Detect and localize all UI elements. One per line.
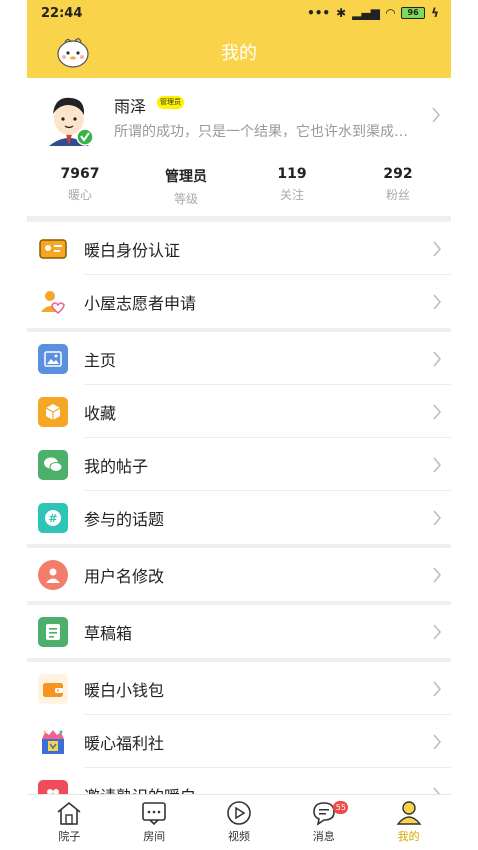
chevron-right-icon [433, 567, 441, 583]
chevron-right-icon [433, 734, 441, 750]
chevron-right-icon [433, 294, 441, 310]
tab-label: 房间 [143, 830, 166, 843]
admin-badge: 管理员 [157, 96, 184, 109]
house-icon [57, 801, 81, 825]
status-bar: 22:44 ••• ✱ ▂▄▆ ◠ 96 ϟ [27, 0, 451, 26]
stat-followers[interactable]: 292 粉丝 [345, 160, 451, 216]
menu-label: 暖白身份认证 [84, 241, 181, 260]
stat-warmth[interactable]: 7967 暖心 [27, 160, 133, 216]
menu-label: 小屋志愿者申请 [84, 294, 197, 313]
svg-text:#: # [48, 512, 57, 525]
menu-label: 暖白小钱包 [84, 681, 165, 700]
menu-item-wallet[interactable]: 暖白小钱包 [27, 662, 451, 715]
chevron-right-icon [433, 241, 441, 257]
chevron-right-icon [433, 457, 441, 473]
chevron-right-icon [433, 351, 441, 367]
stats-row: 7967 暖心 管理员 等级 119 关注 292 粉丝 [27, 160, 451, 216]
room-chat-icon [142, 802, 166, 826]
chevron-right-icon [433, 404, 441, 420]
stat-level[interactable]: 管理员 等级 [133, 160, 239, 216]
chevron-right-icon [433, 681, 441, 697]
status-time: 22:44 [41, 5, 83, 21]
chat-bubbles-icon [38, 450, 68, 480]
menu-item-homepage[interactable]: 主页 [27, 332, 451, 385]
volunteer-icon [38, 287, 68, 317]
stat-value: 管理员 [165, 169, 207, 185]
profile-icon [396, 801, 422, 825]
menu-label: 我的帖子 [84, 457, 149, 476]
wallet-icon [38, 674, 68, 704]
hashtag-icon: # [38, 503, 68, 533]
menu-item-volunteer[interactable]: 小屋志愿者申请 [27, 275, 451, 328]
menu-label: 参与的话题 [84, 510, 165, 529]
tab-video[interactable]: 视频 [197, 795, 282, 850]
header: 我的 [27, 26, 451, 78]
tab-label: 我的 [397, 830, 420, 843]
stat-value: 7967 [60, 166, 100, 182]
bottom-tab-bar: 院子 房间 视频 55 消息 我的 [27, 794, 451, 850]
menu-item-welfare[interactable]: 暖心福利社 [27, 715, 451, 768]
menu-item-favorites[interactable]: 收藏 [27, 385, 451, 438]
tab-label: 院子 [58, 830, 81, 843]
tab-rooms[interactable]: 房间 [112, 795, 197, 850]
id-card-icon [38, 234, 68, 264]
menu-label: 主页 [84, 351, 117, 370]
menu-label: 草稿箱 [84, 624, 133, 643]
wifi-icon: ◠ [385, 6, 396, 20]
menu-item-topics[interactable]: # 参与的话题 [27, 491, 451, 544]
menu-item-my-posts[interactable]: 我的帖子 [27, 438, 451, 491]
play-icon [227, 801, 251, 825]
signal-icon: ▂▄▆ [352, 6, 380, 20]
tab-messages[interactable]: 55 消息 [281, 795, 366, 850]
menu-item-drafts[interactable]: 草稿箱 [27, 605, 451, 658]
user-icon [38, 560, 68, 590]
battery-icon: 96 [401, 7, 426, 19]
menu-label: 收藏 [84, 404, 117, 423]
bluetooth-icon: ✱ [336, 6, 347, 20]
gift-shop-icon [38, 727, 68, 757]
stat-following[interactable]: 119 关注 [239, 160, 345, 216]
tab-label: 消息 [312, 830, 335, 843]
menu-item-identity[interactable]: 暖白身份认证 [27, 222, 451, 275]
chevron-right-icon [433, 510, 441, 526]
box-icon [38, 397, 68, 427]
profile-motto: 所谓的成功，只是一个结果，它也许水到渠成… [114, 124, 408, 140]
charging-icon: ϟ [431, 6, 439, 20]
tab-me[interactable]: 我的 [366, 795, 451, 850]
tab-label: 视频 [227, 830, 250, 843]
unread-badge: 55 [333, 801, 349, 814]
menu-item-rename[interactable]: 用户名修改 [27, 548, 451, 601]
stat-value: 119 [277, 166, 307, 182]
user-avatar[interactable] [39, 88, 99, 148]
stat-label: 关注 [279, 188, 304, 202]
menu-label: 用户名修改 [84, 567, 165, 586]
profile-name: 雨泽 [114, 97, 147, 116]
page-title: 我的 [221, 43, 257, 64]
note-icon [38, 617, 68, 647]
chevron-right-icon [433, 624, 441, 640]
image-icon [38, 344, 68, 374]
stat-label: 粉丝 [385, 188, 410, 202]
stat-value: 292 [383, 166, 413, 182]
stat-label: 暖心 [67, 188, 92, 202]
more-dots-icon: ••• [307, 6, 331, 20]
menu-label: 暖心福利社 [84, 734, 165, 753]
status-icons: ••• ✱ ▂▄▆ ◠ 96 ϟ [307, 6, 439, 20]
tab-yard[interactable]: 院子 [27, 795, 112, 850]
profile-card[interactable]: 雨泽 管理员 所谓的成功，只是一个结果，它也许水到渠成… [27, 78, 451, 160]
chevron-right-icon [432, 107, 440, 123]
stat-label: 等级 [173, 192, 198, 206]
